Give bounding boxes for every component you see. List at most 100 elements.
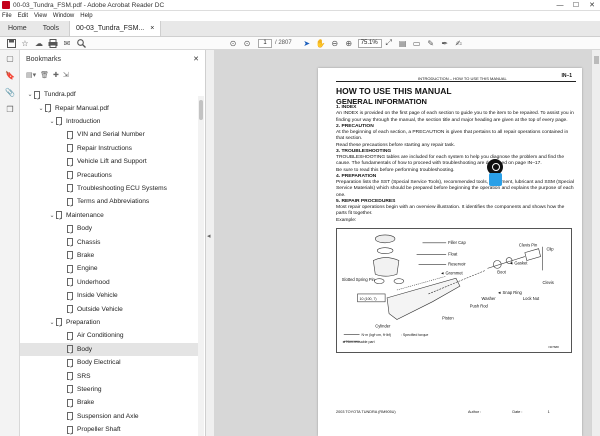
bookmark-item[interactable]: Terms and Abbreviations bbox=[20, 195, 198, 208]
bookmark-icon bbox=[67, 398, 73, 407]
draw-pen-icon[interactable]: ✒ bbox=[438, 38, 452, 49]
highlight-pen-icon[interactable]: ✎ bbox=[424, 38, 438, 49]
bookmark-item[interactable]: Brake bbox=[20, 249, 198, 262]
delete-bookmark-icon[interactable]: 🗑 bbox=[40, 71, 49, 79]
hand-tool-icon[interactable]: ✋ bbox=[314, 38, 328, 49]
previous-page-icon[interactable]: ⊙ bbox=[226, 38, 240, 49]
document-scroll-thumb[interactable] bbox=[594, 56, 599, 64]
bookmark-label: Body Electrical bbox=[77, 359, 121, 367]
comment-icon[interactable]: ▭ bbox=[410, 38, 424, 49]
label-clevis-pin: Clevis Pin bbox=[519, 243, 538, 248]
tab-document[interactable]: 00-03_Tundra_FSM... × bbox=[69, 21, 162, 36]
expand-toggle-icon[interactable]: ⌄ bbox=[48, 319, 56, 326]
floating-tool-icon[interactable] bbox=[489, 173, 502, 186]
save-icon[interactable] bbox=[4, 38, 18, 49]
menu-file[interactable]: File bbox=[2, 13, 12, 19]
select-cursor-icon[interactable]: ➤ bbox=[300, 38, 314, 49]
bookmark-item[interactable]: Engine bbox=[20, 262, 198, 275]
new-bookmark-icon[interactable]: ✚ bbox=[53, 71, 59, 79]
bookmark-item[interactable]: Propeller Shaft bbox=[20, 423, 198, 436]
bookmark-item[interactable]: Repair Instructions bbox=[20, 142, 198, 155]
bookmark-icon bbox=[67, 130, 73, 139]
bookmark-item[interactable]: Steering bbox=[20, 383, 198, 396]
bookmarks-scrollbar[interactable] bbox=[198, 96, 204, 436]
bookmark-options-icon[interactable]: ▤▾ bbox=[26, 71, 36, 79]
collapse-pane-arrow-icon[interactable]: ◂ bbox=[207, 232, 211, 240]
label-boot: Boot bbox=[497, 269, 506, 274]
bookmark-item[interactable]: Suspension and Axle bbox=[20, 410, 198, 423]
bookmark-star-icon[interactable]: ☆ bbox=[18, 38, 32, 49]
print-icon[interactable] bbox=[46, 38, 60, 49]
bookmark-item[interactable]: ⌄ Repair Manual.pdf bbox=[20, 101, 198, 114]
bookmark-item[interactable]: ⌄ Introduction bbox=[20, 115, 198, 128]
bookmark-item[interactable]: Underhood bbox=[20, 276, 198, 289]
bookmark-icon bbox=[67, 238, 73, 247]
email-icon[interactable]: ✉ bbox=[60, 38, 74, 49]
zoom-out-icon[interactable]: ⊖ bbox=[328, 38, 342, 49]
tab-home[interactable]: Home bbox=[0, 21, 35, 36]
bookmark-icon bbox=[67, 425, 73, 434]
menu-bar: File Edit View Window Help bbox=[0, 11, 600, 21]
bookmarks-scroll-thumb[interactable] bbox=[199, 100, 203, 120]
bookmark-label: Suspension and Axle bbox=[77, 412, 139, 420]
label-grommet: ◄ Grommet bbox=[440, 270, 463, 275]
bookmark-label: Outside Vehicle bbox=[77, 305, 123, 313]
upload-cloud-icon[interactable]: ☁ bbox=[32, 38, 46, 49]
layers-icon[interactable]: ❒ bbox=[0, 101, 20, 118]
bookmark-icon bbox=[67, 264, 73, 273]
bookmark-icon bbox=[67, 372, 73, 381]
bookmark-item[interactable]: Troubleshooting ECU Systems bbox=[20, 182, 198, 195]
expand-toggle-icon[interactable]: ⌄ bbox=[48, 212, 56, 219]
bookmark-item[interactable]: Precautions bbox=[20, 168, 198, 181]
page-thumbnails-icon[interactable]: ▢ bbox=[0, 50, 20, 67]
bookmark-item[interactable]: Air Conditioning bbox=[20, 329, 198, 342]
menu-edit[interactable]: Edit bbox=[18, 13, 28, 19]
expand-toggle-icon[interactable]: ⌄ bbox=[48, 118, 56, 125]
index-text: An INDEX is provided on the first page o… bbox=[336, 111, 574, 123]
menu-help[interactable]: Help bbox=[80, 13, 92, 19]
bookmark-label: Vehicle Lift and Support bbox=[77, 158, 147, 166]
label-clip: Clip bbox=[546, 247, 554, 252]
page-number-input[interactable]: 1 bbox=[258, 38, 272, 48]
menu-view[interactable]: View bbox=[34, 13, 47, 19]
expand-toggle-icon[interactable]: ⌄ bbox=[37, 105, 45, 112]
bookmark-item[interactable]: Chassis bbox=[20, 235, 198, 248]
attachments-icon[interactable]: 📎 bbox=[0, 84, 20, 101]
minimize-button[interactable]: — bbox=[552, 2, 568, 9]
acrobat-app-icon bbox=[2, 1, 10, 9]
menu-window[interactable]: Window bbox=[53, 13, 74, 19]
sign-icon[interactable]: ✍ bbox=[452, 38, 466, 49]
close-panel-icon[interactable]: ✕ bbox=[193, 55, 199, 63]
zoom-level-select[interactable]: 75.1% bbox=[357, 38, 382, 48]
fit-page-icon[interactable]: ⤢ bbox=[382, 38, 396, 49]
bookmark-icon bbox=[67, 345, 73, 354]
bookmark-item[interactable]: Brake bbox=[20, 396, 198, 409]
bookmark-item[interactable]: Body Electrical bbox=[20, 356, 198, 369]
document-scrollbar[interactable] bbox=[591, 50, 600, 436]
bookmarks-panel-icon[interactable]: 🔖 bbox=[0, 67, 20, 84]
bookmark-item[interactable]: Vehicle Lift and Support bbox=[20, 155, 198, 168]
expand-bookmark-icon[interactable]: ⇲ bbox=[63, 71, 69, 79]
bookmark-item[interactable]: SRS bbox=[20, 369, 198, 382]
bookmark-item[interactable]: ⌄ Preparation bbox=[20, 316, 198, 329]
footer-author: Author : bbox=[468, 410, 482, 414]
label-cylinder: Cylinder bbox=[375, 323, 391, 328]
expand-toggle-icon[interactable]: ⌄ bbox=[26, 91, 34, 98]
close-tab-icon[interactable]: × bbox=[150, 25, 154, 32]
zoom-in-icon[interactable]: ⊕ bbox=[342, 38, 356, 49]
brake-master-cylinder-diagram: Filler Cap Float Reservoir ◄ Grommet Slo… bbox=[336, 228, 572, 353]
tab-tools[interactable]: Tools bbox=[35, 21, 67, 36]
close-window-button[interactable]: ✕ bbox=[584, 1, 600, 9]
next-page-icon[interactable]: ⊙ bbox=[240, 38, 254, 49]
search-icon[interactable] bbox=[74, 38, 88, 49]
bookmark-item[interactable]: Outside Vehicle bbox=[20, 302, 198, 315]
bookmark-item[interactable]: ⌄ Maintenance bbox=[20, 209, 198, 222]
bookmark-item[interactable]: Body bbox=[20, 342, 198, 356]
bookmark-item[interactable]: Body bbox=[20, 222, 198, 235]
bookmark-item[interactable]: VIN and Serial Number bbox=[20, 128, 198, 141]
scroll-mode-icon[interactable]: ▤ bbox=[396, 38, 410, 49]
bookmark-item[interactable]: Inside Vehicle bbox=[20, 289, 198, 302]
maximize-button[interactable]: ☐ bbox=[568, 1, 584, 9]
bookmark-icon bbox=[67, 291, 73, 300]
bookmark-item[interactable]: ⌄ Tundra.pdf bbox=[20, 88, 198, 101]
